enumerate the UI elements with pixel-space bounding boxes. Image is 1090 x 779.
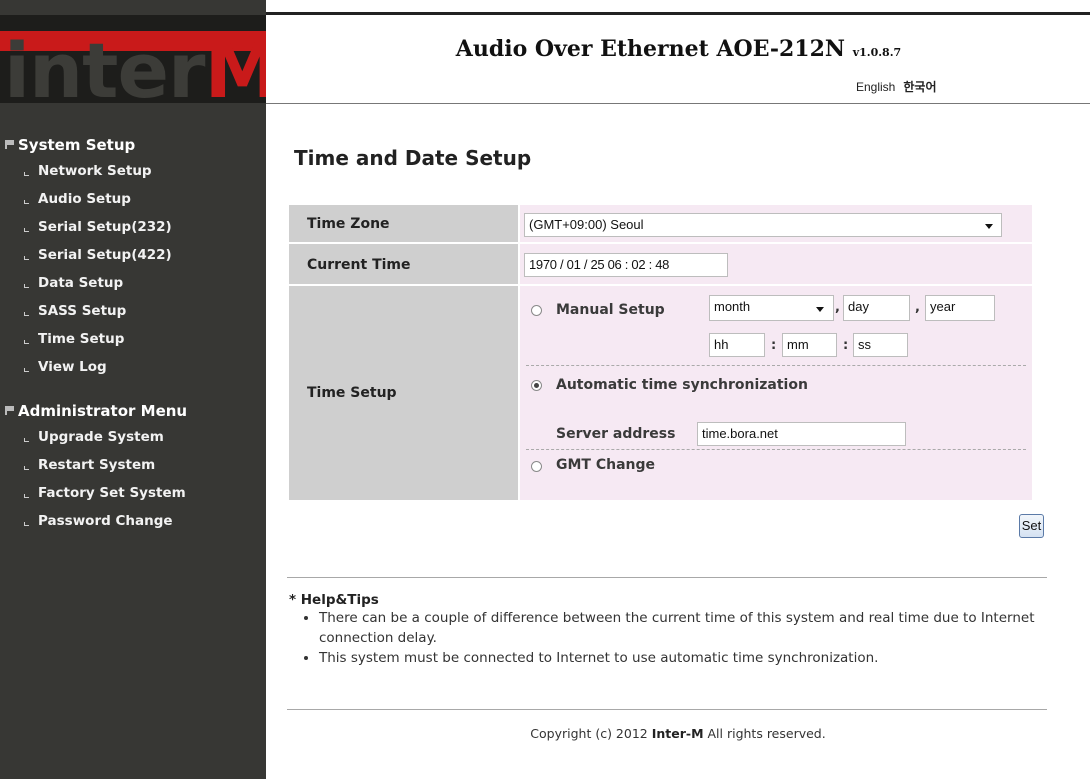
hour-input[interactable]: hh [709,333,765,357]
sidebar-item-serial-setup-422[interactable]: Serial Setup(422) [0,241,266,269]
language-switcher: English 한국어 [856,78,944,95]
current-time-display: 1970 / 01 / 25 06 : 02 : 48 [524,253,728,277]
flag-icon [5,406,15,415]
manual-setup-label: Manual Setup [556,302,665,318]
set-button[interactable]: Set [1019,514,1044,538]
sidebar-item-restart-system[interactable]: Restart System [0,451,266,479]
date-separator: , [915,300,920,315]
app-version: v1.0.8.7 [852,46,902,59]
time-zone-select[interactable]: (GMT+09:00) Seoul [524,213,1002,237]
manual-setup-radio[interactable] [531,305,542,316]
bullet-icon [24,284,29,288]
time-setup-value-cell: Manual Setup month , day , year hh : mm … [520,286,1032,500]
year-input[interactable]: year [925,295,995,321]
footer-company: Inter-M [651,726,704,741]
bullet-icon [24,368,29,372]
app-title: Audio Over Ethernet AOE-212N v1.0.8.7 [455,36,902,62]
time-separator: : [843,338,849,353]
time-setup-label: Time Setup [307,385,397,401]
lang-english-link[interactable]: English [856,80,895,94]
current-time-value-cell: 1970 / 01 / 25 06 : 02 : 48 [520,244,1032,284]
chevron-down-icon [816,307,824,312]
menu-system-setup: System Setup Network Setup Audio Setup S… [0,133,266,381]
sidebar-item-serial-setup-232[interactable]: Serial Setup(232) [0,213,266,241]
logo: interM [0,15,266,103]
lang-korean-link[interactable]: 한국어 [903,80,936,94]
sidebar-item-network-setup[interactable]: Network Setup [0,157,266,185]
dashed-divider [526,365,1026,366]
help-tip: There can be a couple of difference betw… [319,608,1039,648]
auto-sync-radio[interactable] [531,380,542,391]
gmt-change-label: GMT Change [556,457,656,473]
footer: Copyright (c) 2012 Inter-M All rights re… [530,726,826,741]
sidebar [0,0,266,779]
date-separator: , [835,300,840,315]
bullet-icon [24,172,29,176]
sidebar-item-sass-setup[interactable]: SASS Setup [0,297,266,325]
sidebar-item-audio-setup[interactable]: Audio Setup [0,185,266,213]
bullet-icon [24,466,29,470]
time-setup-label-cell: Time Setup [289,286,518,500]
help-title: * Help&Tips [289,592,379,608]
footer-divider [287,709,1047,710]
sidebar-item-factory-set-system[interactable]: Factory Set System [0,479,266,507]
minute-input[interactable]: mm [782,333,837,357]
dashed-divider [526,449,1026,450]
bullet-icon [24,228,29,232]
menu-header-administrator: Administrator Menu [0,399,266,423]
menu-administrator: Administrator Menu Upgrade System Restar… [0,399,266,535]
header-divider [266,103,1090,104]
time-zone-label: Time Zone [307,216,390,232]
help-tips: * Help&Tips There can be a couple of dif… [289,592,1059,668]
bullet-icon [24,494,29,498]
sidebar-item-data-setup[interactable]: Data Setup [0,269,266,297]
time-separator: : [771,338,777,353]
chevron-down-icon [985,224,993,229]
bullet-icon [24,200,29,204]
day-input[interactable]: day [843,295,910,321]
help-list: There can be a couple of difference betw… [289,608,1059,668]
sidebar-item-password-change[interactable]: Password Change [0,507,266,535]
menu-header-system-setup: System Setup [0,133,266,157]
bullet-icon [24,340,29,344]
current-time-label: Current Time [307,257,411,273]
time-zone-label-cell: Time Zone [289,205,518,242]
second-input[interactable]: ss [853,333,908,357]
gmt-change-radio[interactable] [531,461,542,472]
page-title: Time and Date Setup [294,146,532,170]
server-address-input[interactable]: time.bora.net [697,422,906,446]
help-divider [287,577,1047,578]
bullet-icon [24,438,29,442]
server-address-label: Server address [556,426,676,442]
flag-icon [5,140,15,149]
auto-sync-label: Automatic time synchronization [556,377,808,393]
month-select[interactable]: month [709,295,834,321]
sidebar-item-time-setup[interactable]: Time Setup [0,325,266,353]
bullet-icon [24,312,29,316]
logo-wordmark: interM [4,26,266,104]
time-zone-value-cell: (GMT+09:00) Seoul [520,205,1032,242]
help-tip: This system must be connected to Interne… [319,648,1059,668]
bullet-icon [24,522,29,526]
sidebar-item-view-log[interactable]: View Log [0,353,266,381]
bullet-icon [24,256,29,260]
sidebar-item-upgrade-system[interactable]: Upgrade System [0,423,266,451]
current-time-label-cell: Current Time [289,244,518,284]
time-date-form: Time Zone (GMT+09:00) Seoul Current Time… [289,205,1032,500]
